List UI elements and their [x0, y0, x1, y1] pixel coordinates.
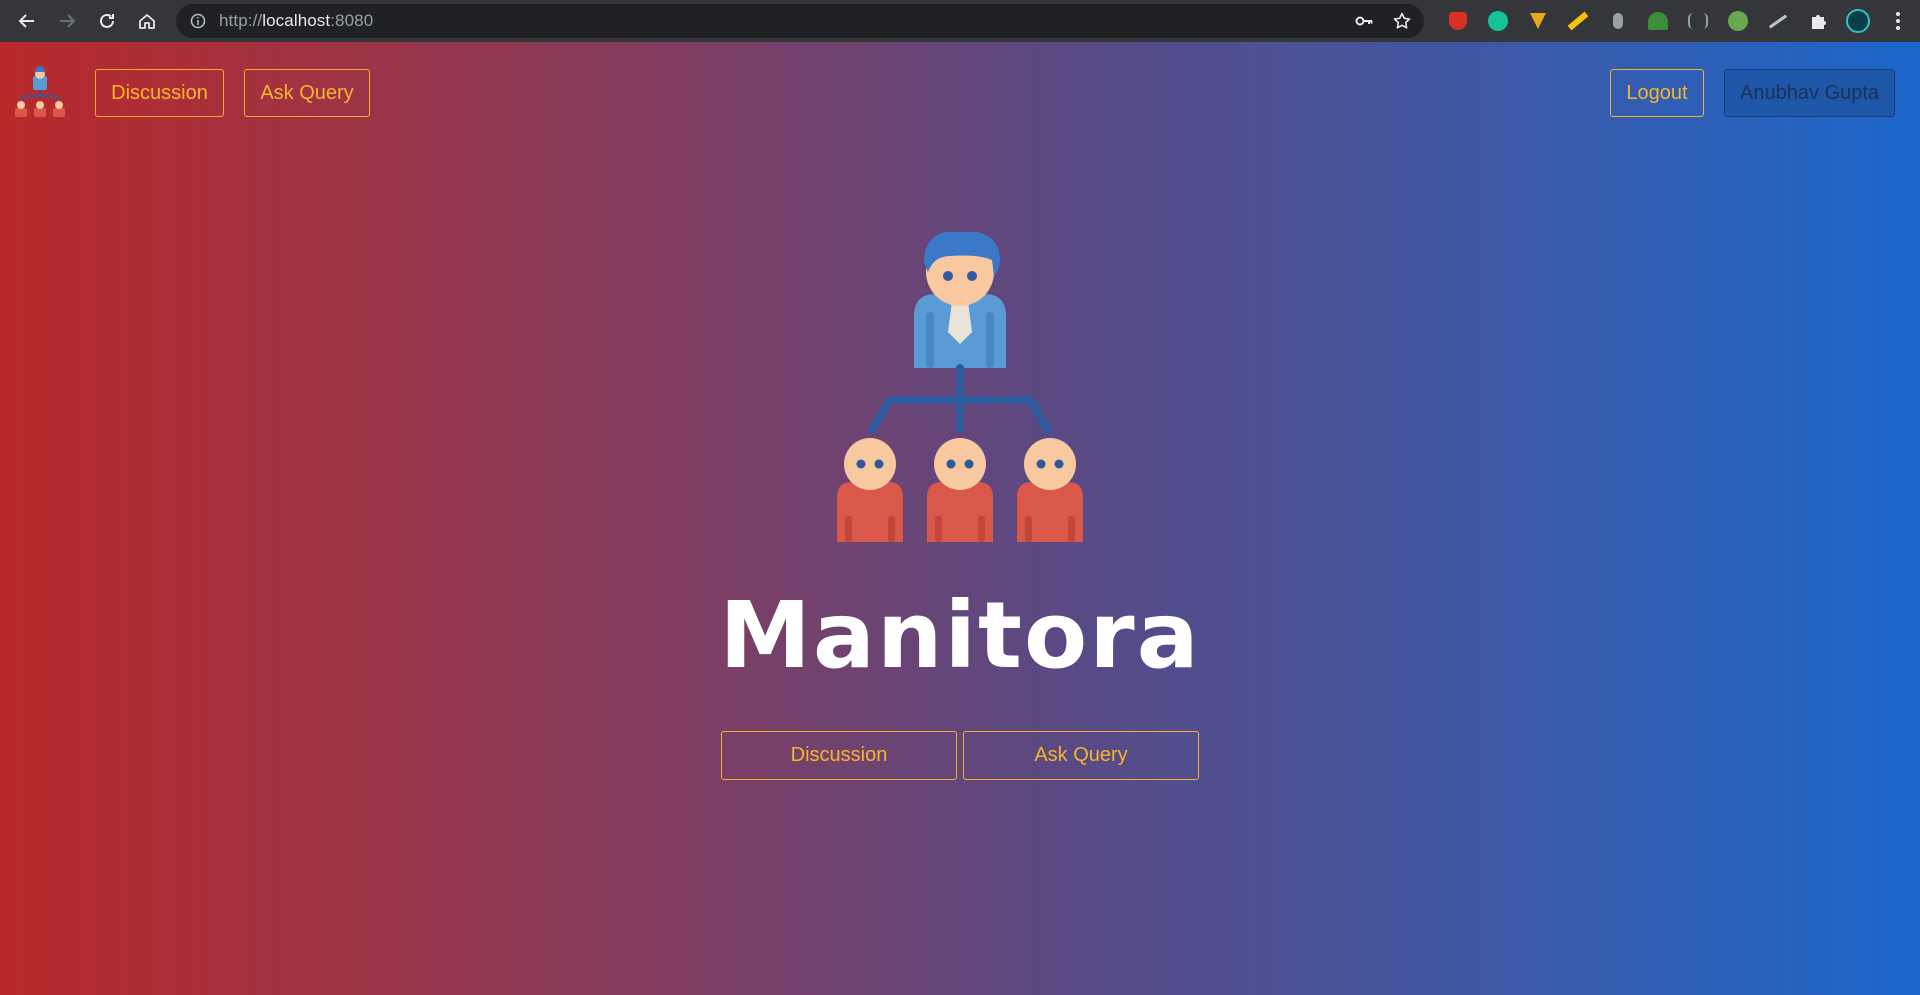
team-member-3 — [1017, 438, 1083, 542]
extension-plus[interactable] — [1718, 0, 1758, 42]
extensions-button[interactable] — [1798, 0, 1838, 42]
user-profile-button[interactable]: Anubhav Gupta — [1724, 69, 1895, 117]
nav-discussion-button[interactable]: Discussion — [95, 69, 224, 117]
omnibox-actions — [1354, 4, 1412, 38]
star-icon[interactable] — [1392, 11, 1412, 31]
profile-button[interactable] — [1838, 0, 1878, 42]
top-navbar: Discussion Ask Query Logout Anubhav Gupt… — [0, 42, 1920, 138]
download-arrow-icon — [1530, 13, 1546, 29]
team-member-1 — [837, 438, 903, 542]
arrow-right-icon — [60, 14, 76, 28]
edit-icon — [1768, 14, 1788, 28]
extension-tree[interactable] — [1638, 0, 1678, 42]
hero-ask-query-button[interactable]: Ask Query — [963, 731, 1199, 780]
org-chart-hero-icon — [837, 232, 1083, 542]
hero-discussion-button[interactable]: Discussion — [721, 731, 957, 780]
avatar — [1846, 9, 1870, 33]
address-bar[interactable]: http://localhost:8080 — [176, 4, 1424, 38]
browser-toolbar: http://localhost:8080 — [0, 0, 1920, 42]
arrow-left-icon — [18, 14, 34, 28]
extension-grammarly[interactable] — [1478, 0, 1518, 42]
page-background: Discussion Ask Query Logout Anubhav Gupt… — [0, 42, 1920, 995]
logout-button[interactable]: Logout — [1610, 69, 1704, 117]
back-button[interactable] — [7, 1, 47, 41]
extension-json[interactable] — [1678, 0, 1718, 42]
extension-pencil[interactable] — [1558, 0, 1598, 42]
extension-downloader[interactable] — [1518, 0, 1558, 42]
grammarly-icon — [1488, 11, 1508, 31]
url-scheme: http:// — [219, 11, 263, 30]
tree-icon — [1648, 12, 1668, 30]
team-member-2 — [927, 438, 993, 542]
extensions-bar — [1438, 0, 1918, 42]
plus-circle-icon — [1728, 11, 1748, 31]
key-icon[interactable] — [1354, 11, 1374, 31]
url-host: localhost — [262, 11, 331, 30]
forward-button[interactable] — [47, 1, 87, 41]
url-text: http://localhost:8080 — [219, 11, 373, 31]
braces-icon — [1688, 13, 1708, 29]
home-icon — [139, 14, 155, 29]
info-icon[interactable] — [190, 13, 206, 29]
browser-menu-button[interactable] — [1878, 0, 1918, 42]
nav-ask-query-button[interactable]: Ask Query — [244, 69, 370, 117]
mouse-icon — [1613, 13, 1623, 29]
puzzle-icon — [1812, 15, 1826, 29]
reload-icon — [100, 13, 114, 28]
reload-button[interactable] — [87, 1, 127, 41]
shield-icon — [1449, 12, 1467, 30]
extension-mouse[interactable] — [1598, 0, 1638, 42]
pencil-icon — [1567, 11, 1589, 31]
kebab-menu-icon — [1896, 12, 1900, 30]
extension-shield[interactable] — [1438, 0, 1478, 42]
home-button[interactable] — [127, 1, 167, 41]
extension-editor[interactable] — [1758, 0, 1798, 42]
org-chart-logo-icon[interactable] — [12, 66, 68, 120]
brand-title: Manitora — [719, 582, 1201, 689]
url-port: :8080 — [330, 11, 374, 30]
